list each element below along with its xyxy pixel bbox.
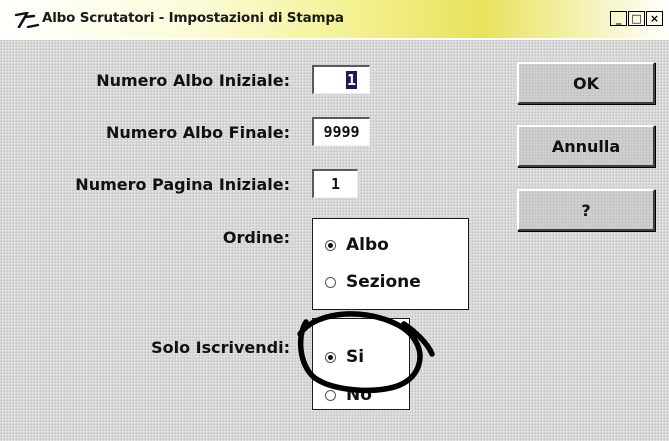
numero-albo-iniziale-value: 1 — [345, 71, 357, 89]
ordine-option-label: Sezione — [346, 272, 421, 292]
print-settings-dialog: Albo Scrutatori - Impostazioni di Stampa… — [0, 0, 669, 441]
ordine-option-albo[interactable]: Albo — [325, 235, 389, 255]
help-button[interactable]: ? — [517, 189, 655, 231]
numero-pagina-iniziale-input[interactable]: 1 — [312, 169, 358, 198]
close-button[interactable]: × — [646, 11, 663, 26]
annulla-button[interactable]: Annulla — [517, 125, 655, 167]
ok-button-label: OK — [573, 73, 599, 93]
annulla-button-label: Annulla — [551, 136, 621, 156]
numero-albo-iniziale-label: Numero Albo Iniziale: — [96, 71, 290, 90]
numero-albo-finale-value: 9999 — [323, 123, 360, 141]
window-controls: _ □ × — [610, 11, 663, 26]
maximize-button[interactable]: □ — [628, 11, 645, 26]
ordine-radio-group: Albo Sezione — [312, 218, 469, 310]
numero-albo-finale-label: Numero Albo Finale: — [106, 123, 290, 142]
close-icon: × — [649, 12, 660, 25]
minimize-button[interactable]: _ — [610, 11, 627, 26]
radio-unselected-icon — [325, 389, 336, 401]
solo-iscrivendi-option-no[interactable]: No — [325, 385, 372, 405]
solo-iscrivendi-label: Solo Iscrivendi: — [151, 338, 290, 357]
app-logo-icon — [14, 12, 40, 28]
help-button-label: ? — [581, 200, 591, 220]
ordine-option-sezione[interactable]: Sezione — [325, 272, 421, 292]
minimize-icon: _ — [615, 12, 622, 25]
ordine-option-label: Albo — [346, 235, 389, 255]
radio-selected-icon — [325, 239, 336, 251]
numero-pagina-iniziale-value: 1 — [330, 175, 341, 193]
maximize-icon: □ — [631, 12, 642, 25]
window-title: Albo Scrutatori - Impostazioni di Stampa — [42, 10, 344, 26]
solo-iscrivendi-option-label: No — [346, 385, 372, 405]
solo-iscrivendi-option-si[interactable]: Si — [325, 347, 364, 367]
radio-selected-icon — [325, 351, 336, 363]
title-bar[interactable]: Albo Scrutatori - Impostazioni di Stampa… — [0, 0, 669, 40]
numero-pagina-iniziale-label: Numero Pagina Iniziale: — [75, 175, 290, 194]
radio-unselected-icon — [325, 276, 336, 288]
ok-button[interactable]: OK — [517, 62, 655, 104]
ordine-label: Ordine: — [222, 228, 290, 247]
solo-iscrivendi-radio-group: Si No — [312, 318, 410, 410]
numero-albo-finale-input[interactable]: 9999 — [312, 117, 370, 146]
numero-albo-iniziale-input[interactable]: 1 — [312, 65, 370, 94]
solo-iscrivendi-option-label: Si — [346, 347, 365, 367]
